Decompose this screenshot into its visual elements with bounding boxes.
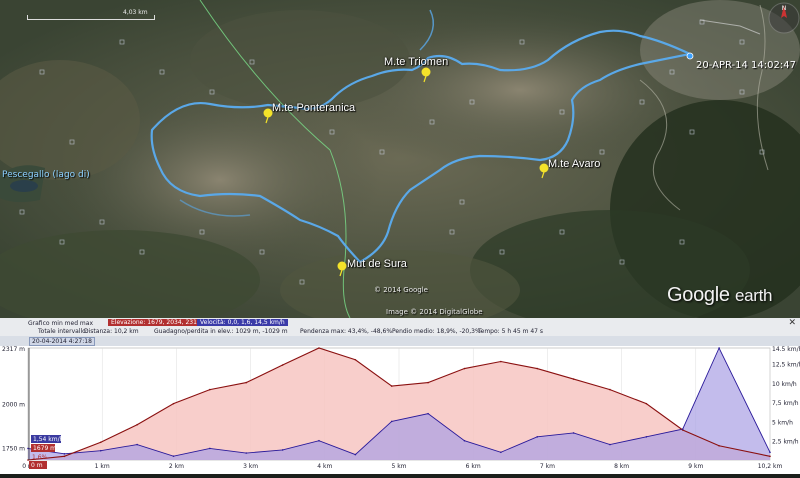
speed-point [99,449,102,452]
scale-bar: 4,03 km [27,9,155,21]
distance-stat: Distanza: 10,2 km [84,328,139,335]
elevation-point [718,444,720,447]
speed-point [427,412,429,415]
x-tick-label: 7 km [540,463,555,470]
elevation-point [245,381,248,384]
elevation-point [427,381,429,384]
x-tick-label: 5 km [391,463,406,470]
speed-point [718,347,720,349]
elevation-stat-tag[interactable]: Elevazione: 1679, 2034, 2317 m [108,319,212,326]
x-tick-label: 1 km [95,463,110,470]
speed-point [681,428,684,430]
x-tick-label: 4 km [317,463,332,470]
cursor-speed-label: 1,54 km/h [33,436,64,443]
elevation-point [318,347,320,349]
elevation-point [99,441,102,444]
speed-point [27,447,29,450]
elevation-point [500,360,502,363]
copyright-google: © 2014 Google [374,286,428,294]
track-end-icon [686,52,694,60]
right-axis-label: 5 km/h [772,419,793,426]
left-axis-label: 2317 m [2,346,25,353]
svg-text:N: N [782,5,787,12]
speed-point [390,420,393,423]
waypoint-label-triomen[interactable]: M.te Triomen [384,56,448,68]
elevation-point [390,385,393,387]
map-view[interactable]: 4,03 km N M.te Triomen M.te Ponteranica … [0,0,800,318]
speed-point [245,452,248,454]
copyright-imagery: Image © 2014 DigitalGlobe [386,308,483,316]
waypoint-label-avaro[interactable]: M.te Avaro [548,158,600,170]
compass-icon[interactable]: N [760,0,800,40]
date-marker: 20-04-2014 4:27:18 [29,337,95,346]
elevation-point [572,378,575,380]
speed-point [172,455,175,457]
elevation-point [63,455,66,458]
left-axis-label: 1750 m [2,446,25,453]
slope-average-stat: Pendio medio: 18,9%, -20,3% [392,328,481,335]
elevation-speed-chart[interactable]: 0 m 1 km 2 km 3 km 4 km 5 km 6 km 7 km 8 km 9 km 1… [0,346,800,474]
cursor-slope-label: 1,6% [32,454,48,461]
graph-label: Grafico min med max [28,320,93,327]
speed-point [318,439,320,442]
right-axis-label: 2,5 km/h [772,439,799,446]
elevation-point [645,402,648,405]
close-icon[interactable]: ✕ [788,318,796,328]
right-axis-label: 7,5 km/h [772,400,799,407]
slope-max-stat: Pendenza max: 43,4%, -48,6% [300,328,393,335]
elevation-gain-stat: Guadagno/perdita in elev.: 1029 m, -1029… [154,328,288,335]
elevation-point [172,402,175,405]
x-tick-label: 2 km [169,463,184,470]
elevation-point [354,358,357,361]
speed-point [500,451,502,454]
x-tick-label: 8 km [614,463,629,470]
elevation-point [463,367,466,370]
right-axis-label: 10 km/h [772,381,797,388]
elevation-point [27,459,29,461]
speed-point [209,447,211,450]
profile-stats-bar: Grafico min med max Elevazione: 1679, 20… [0,318,800,337]
satellite-imagery [0,0,800,318]
total-interval-label: Totale intervallo: [38,328,88,335]
speed-point [63,453,66,455]
speed-point [609,443,611,446]
elevation-point [136,423,138,426]
waypoint-label-ponteranica[interactable]: M.te Ponteranica [272,102,355,114]
google-earth-logo: Google earth [667,284,773,306]
speed-point [136,443,138,446]
x-tick-label: 3 km [243,463,258,470]
elevation-point [536,367,539,370]
right-axis-label: 14.5 km/h [772,346,800,353]
speed-point [354,453,357,456]
speed-point [281,449,284,451]
speed-point [536,436,539,438]
left-axis-label: 2000 m [2,402,25,409]
cursor-distance-label: 0 m [31,462,43,469]
speed-point [572,432,575,434]
speed-point [769,451,771,454]
scale-label: 4,03 km [123,9,148,16]
elevation-point [769,455,771,458]
elevation-point [609,388,611,391]
x-tick-label: 6 km [466,463,481,470]
date-marker-row: 20-04-2014 4:27:18 [0,336,800,346]
lake-label[interactable]: Pescegallo (lago di) [2,170,90,180]
x-tick-label: 10,2 km [758,463,783,470]
waypoint-label-mut-de-sura[interactable]: Mut de Sura [347,258,407,270]
speed-point [645,436,648,438]
elevation-point [209,388,211,391]
x-tick-label: 9 km [688,463,703,470]
elevation-point [281,364,284,366]
right-axis-label: 12,5 km/h [772,361,800,368]
time-stat: Tempo: 5 h 45 m 47 s [478,328,543,335]
cursor-elevation-label: 1679 m [33,445,56,452]
track-timestamp: 20-APR-14 14:02:47 [696,60,796,71]
elevation-profile-panel: Grafico min med max Elevazione: 1679, 20… [0,318,800,474]
speed-stat-tag[interactable]: Velocità: 0,0, 1,6, 14,5 km/h [197,319,288,326]
speed-point [463,439,466,442]
